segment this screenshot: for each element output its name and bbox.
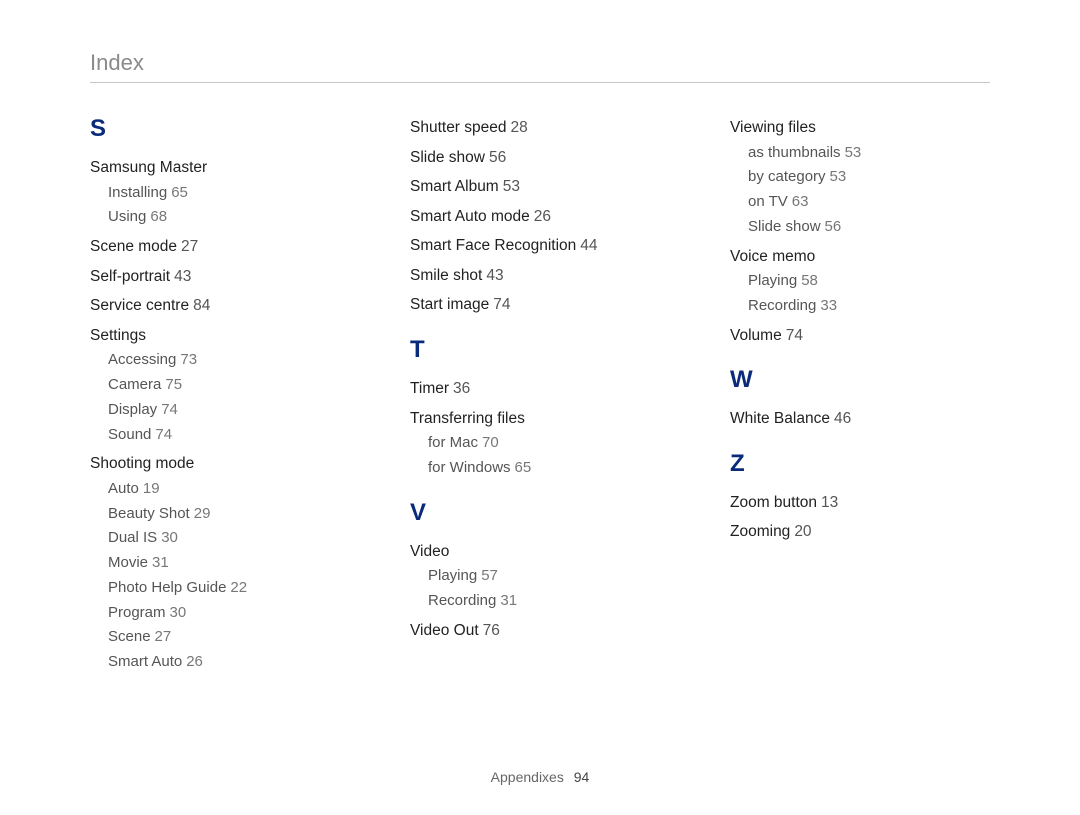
entry-video[interactable]: Video [410, 539, 670, 565]
entry-white-balance[interactable]: White Balance46 [730, 406, 990, 432]
index-col-1: S Samsung Master Installing65 Using68 Sc… [90, 113, 350, 675]
subentry-by-category[interactable]: by category53 [730, 165, 990, 190]
subentry-voice-playing[interactable]: Playing58 [730, 269, 990, 294]
index-col-2: Shutter speed28 Slide show56 Smart Album… [410, 113, 670, 675]
letter-v: V [410, 499, 670, 527]
entry-volume[interactable]: Volume74 [730, 323, 990, 349]
entry-service-centre[interactable]: Service centre84 [90, 293, 350, 319]
letter-s: S [90, 115, 350, 143]
subentry-on-tv[interactable]: on TV63 [730, 190, 990, 215]
entry-samsung-master[interactable]: Samsung Master [90, 155, 350, 181]
subentry-camera[interactable]: Camera75 [90, 373, 350, 398]
entry-transferring-files[interactable]: Transferring files [410, 406, 670, 432]
subentry-video-playing[interactable]: Playing57 [410, 564, 670, 589]
entry-self-portrait[interactable]: Self-portrait43 [90, 264, 350, 290]
subentry-dual-is[interactable]: Dual IS30 [90, 526, 350, 551]
entry-smart-album[interactable]: Smart Album53 [410, 174, 670, 200]
subentry-movie[interactable]: Movie31 [90, 551, 350, 576]
subentry-installing[interactable]: Installing65 [90, 181, 350, 206]
entry-smart-auto-mode[interactable]: Smart Auto mode26 [410, 204, 670, 230]
subentry-auto[interactable]: Auto19 [90, 477, 350, 502]
subentry-scene[interactable]: Scene27 [90, 625, 350, 650]
entry-shutter-speed[interactable]: Shutter speed28 [410, 115, 670, 141]
entry-shooting-mode[interactable]: Shooting mode [90, 451, 350, 477]
subentry-as-thumbnails[interactable]: as thumbnails53 [730, 141, 990, 166]
footer-page-number: 94 [574, 769, 590, 785]
index-col-3: Viewing files as thumbnails53 by categor… [730, 113, 990, 675]
subentry-using[interactable]: Using68 [90, 205, 350, 230]
entry-slide-show[interactable]: Slide show56 [410, 145, 670, 171]
index-page: Index S Samsung Master Installing65 Usin… [0, 0, 1080, 815]
page-footer: Appendixes 94 [0, 769, 1080, 785]
subentry-smart-auto[interactable]: Smart Auto26 [90, 650, 350, 675]
index-columns: S Samsung Master Installing65 Using68 Sc… [90, 113, 990, 675]
letter-w: W [730, 366, 990, 394]
entry-video-out[interactable]: Video Out76 [410, 618, 670, 644]
subentry-program[interactable]: Program30 [90, 601, 350, 626]
subentry-voice-recording[interactable]: Recording33 [730, 294, 990, 319]
entry-smile-shot[interactable]: Smile shot43 [410, 263, 670, 289]
entry-settings[interactable]: Settings [90, 323, 350, 349]
entry-zooming[interactable]: Zooming20 [730, 519, 990, 545]
footer-section: Appendixes [491, 769, 564, 785]
page-title: Index [90, 50, 990, 83]
entry-zoom-button[interactable]: Zoom button13 [730, 490, 990, 516]
subentry-for-windows[interactable]: for Windows65 [410, 456, 670, 481]
entry-viewing-files[interactable]: Viewing files [730, 115, 990, 141]
subentry-slide-show[interactable]: Slide show56 [730, 215, 990, 240]
entry-timer[interactable]: Timer36 [410, 376, 670, 402]
subentry-video-recording[interactable]: Recording31 [410, 589, 670, 614]
subentry-beauty-shot[interactable]: Beauty Shot29 [90, 502, 350, 527]
subentry-display[interactable]: Display74 [90, 398, 350, 423]
letter-t: T [410, 336, 670, 364]
subentry-for-mac[interactable]: for Mac70 [410, 431, 670, 456]
entry-scene-mode[interactable]: Scene mode27 [90, 234, 350, 260]
entry-voice-memo[interactable]: Voice memo [730, 244, 990, 270]
entry-start-image[interactable]: Start image74 [410, 292, 670, 318]
entry-smart-face-recognition[interactable]: Smart Face Recognition44 [410, 233, 670, 259]
subentry-accessing[interactable]: Accessing73 [90, 348, 350, 373]
subentry-photo-help-guide[interactable]: Photo Help Guide22 [90, 576, 350, 601]
letter-z: Z [730, 450, 990, 478]
subentry-sound[interactable]: Sound74 [90, 423, 350, 448]
